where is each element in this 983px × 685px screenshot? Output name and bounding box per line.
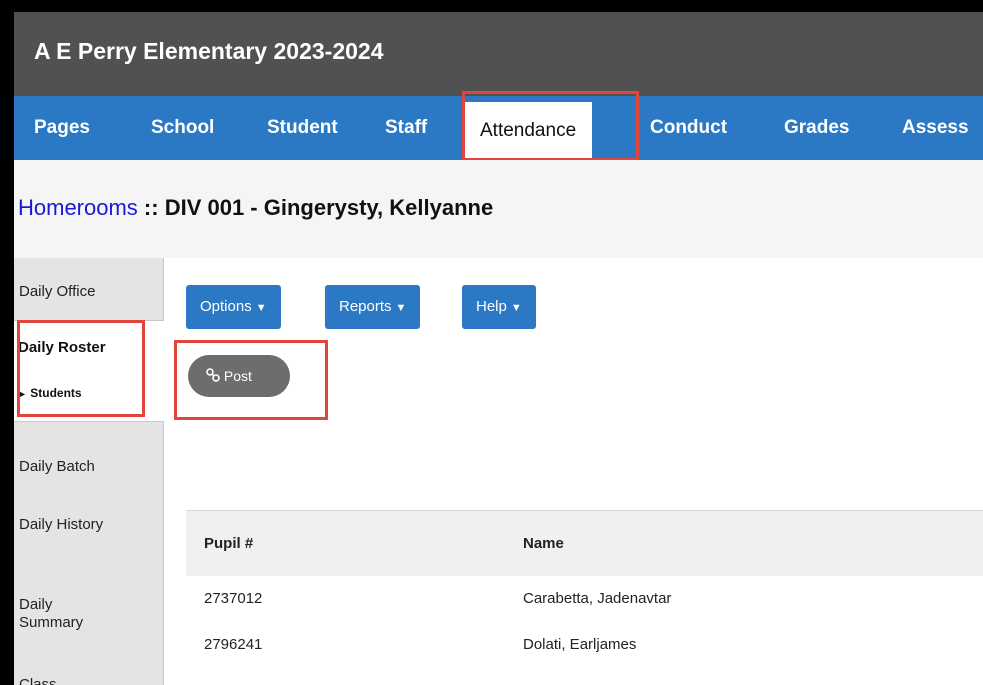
app-window: A E Perry Elementary 2023-2024 Pages Sch… [14,12,983,685]
nav-grades[interactable]: Grades [784,96,849,160]
table-row[interactable]: 2737012 Carabetta, Jadenavtar [186,576,983,622]
post-highlight [174,340,328,420]
cell-pupil: 2796241 [204,636,263,653]
sidebar-item-daily-batch[interactable]: Daily Batch [14,458,163,476]
nav-staff[interactable]: Staff [385,96,427,160]
column-header-pupil[interactable]: Pupil # [204,535,253,552]
sidebar-item-daily-office[interactable]: Daily Office [14,283,163,301]
cell-name: Carabetta, Jadenavtar [523,590,672,607]
help-button[interactable]: Help ▼ [462,285,536,329]
title-bar: A E Perry Elementary 2023-2024 [14,12,983,96]
breadcrumb-separator: :: [137,195,165,220]
daily-roster-highlight [17,320,145,417]
reports-button[interactable]: Reports ▼ [325,285,421,329]
column-header-name[interactable]: Name [523,535,564,552]
help-label: Help [476,298,507,315]
attendance-highlight [462,91,639,161]
app-title: A E Perry Elementary 2023-2024 [34,38,384,64]
breadcrumb-line: Homerooms :: DIV 001 - Gingerysty, Kelly… [18,195,493,221]
breadcrumb-homerooms-link[interactable]: Homerooms [18,195,138,220]
caret-down-icon: ▼ [395,302,407,314]
options-button[interactable]: Options ▼ [186,285,281,329]
nav-school[interactable]: School [151,96,214,160]
nav-pages[interactable]: Pages [34,96,90,160]
breadcrumb-current: DIV 001 - Gingerysty, Kellyanne [164,195,494,220]
sidebar-item-daily-summary[interactable]: Daily Summary [14,596,114,632]
caret-down-icon: ▼ [510,302,522,314]
nav-student[interactable]: Student [267,96,338,160]
options-label: Options [200,298,252,315]
reports-label: Reports [339,298,392,315]
sidebar-item-class[interactable]: Class [14,676,163,685]
nav-conduct[interactable]: Conduct [650,96,727,160]
screenshot-frame: A E Perry Elementary 2023-2024 Pages Sch… [0,0,983,685]
cell-name: Dolati, Earljames [523,636,637,653]
table-header: Pupil # Name [186,510,983,576]
table-row[interactable]: 2796241 Dolati, Earljames [186,622,983,668]
caret-down-icon: ▼ [255,302,267,314]
breadcrumb: Homerooms :: DIV 001 - Gingerysty, Kelly… [14,160,983,258]
nav-assess[interactable]: Assess [902,96,969,160]
cell-pupil: 2737012 [204,590,263,607]
sidebar-item-daily-history[interactable]: Daily History [14,516,104,534]
